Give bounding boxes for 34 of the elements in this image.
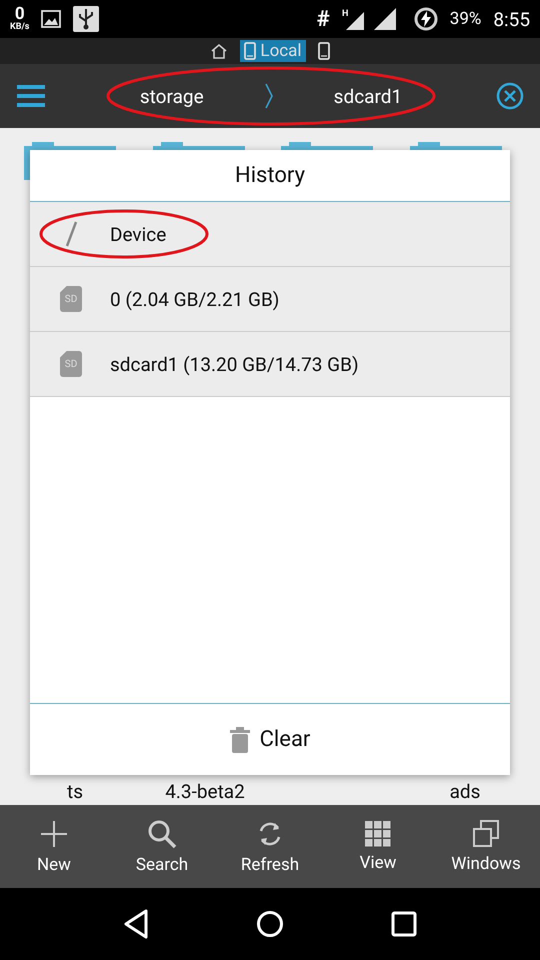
- folder-name: ts: [66, 782, 84, 805]
- home-icon: [210, 43, 228, 59]
- toolbar-button[interactable]: Refresh: [216, 805, 324, 888]
- toolbar-button[interactable]: View: [324, 805, 432, 888]
- trash-icon: [230, 726, 250, 752]
- history-item[interactable]: SD 0 (2.04 GB/2.21 GB): [30, 267, 510, 332]
- folder-name: ads: [450, 782, 480, 805]
- breadcrumb-item[interactable]: sdcard1: [334, 84, 402, 108]
- toolbar-button[interactable]: New: [0, 805, 108, 888]
- clock: 8:55: [493, 8, 530, 30]
- close-icon[interactable]: [496, 82, 524, 110]
- network-speed: 0 KB/s: [10, 6, 30, 32]
- menu-icon[interactable]: [16, 84, 46, 108]
- sd-card-icon: SD: [60, 351, 82, 377]
- plus-icon: [39, 818, 69, 848]
- phone-icon: [318, 42, 330, 60]
- clear-button[interactable]: Clear: [30, 703, 510, 775]
- grid-icon: [365, 820, 391, 846]
- folder-name: 4.3-beta2: [165, 782, 245, 805]
- history-item[interactable]: Device: [30, 202, 510, 267]
- search-icon: [147, 818, 177, 848]
- usb-icon: [73, 6, 100, 32]
- windows-icon: [472, 820, 500, 848]
- chevron-icon: [264, 83, 274, 109]
- toolbar-button[interactable]: Windows: [432, 805, 540, 888]
- toolbar-button[interactable]: Search: [108, 805, 216, 888]
- phone-icon: [244, 42, 256, 60]
- image-icon: [41, 10, 62, 28]
- battery-percent: 39%: [450, 9, 482, 29]
- history-item[interactable]: SD sdcard1 (13.20 GB/14.73 GB): [30, 332, 510, 397]
- hash-indicator: #: [316, 6, 330, 32]
- sd-card-icon: SD: [60, 286, 82, 312]
- breadcrumb-item[interactable]: storage: [140, 84, 204, 108]
- battery-charging-icon: [414, 7, 438, 31]
